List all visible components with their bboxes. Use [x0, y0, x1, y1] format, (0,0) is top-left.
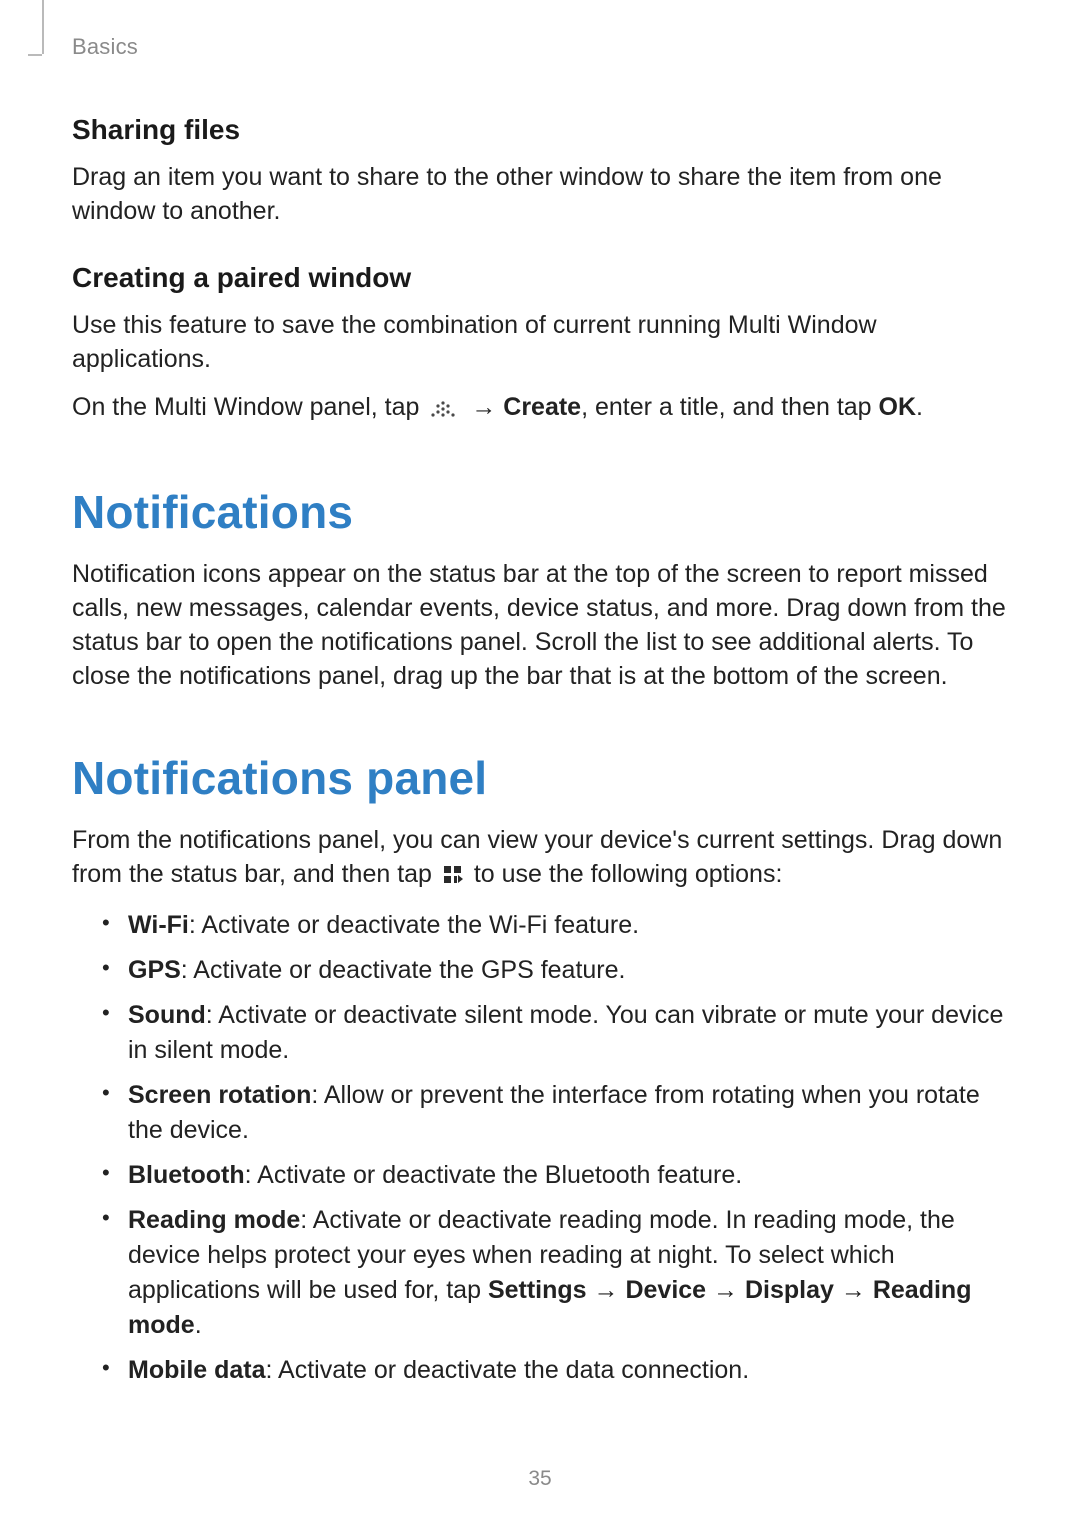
step-text-suffix: .: [916, 393, 923, 421]
option-desc-suffix: .: [195, 1311, 202, 1339]
options-list: Wi-Fi: Activate or deactivate the Wi-Fi …: [72, 908, 1010, 1388]
arrow-icon: →: [713, 1276, 738, 1304]
create-label: Create: [503, 393, 581, 421]
option-label: Bluetooth: [128, 1161, 245, 1189]
list-item: Bluetooth: Activate or deactivate the Bl…: [102, 1158, 1010, 1193]
path-display: Display: [745, 1276, 834, 1304]
breadcrumb: Basics: [72, 34, 138, 59]
path-device: Device: [625, 1276, 706, 1304]
ok-label: OK: [879, 393, 917, 421]
option-desc: : Activate or deactivate the GPS feature…: [181, 956, 626, 984]
option-label: Mobile data: [128, 1356, 266, 1384]
section-title-notifications-panel: Notifications panel: [72, 751, 1010, 805]
multiwindow-panel-icon: [430, 393, 460, 427]
option-desc: : Activate or deactivate silent mode. Yo…: [128, 1001, 1003, 1064]
option-label: Wi-Fi: [128, 911, 189, 939]
arrow-icon: →: [471, 393, 496, 421]
document-page: Basics Sharing files Drag an item you wa…: [0, 0, 1080, 1388]
paragraph-paired-window-1: Use this feature to save the combination…: [72, 308, 1010, 376]
subheading-paired-window: Creating a paired window: [72, 262, 1010, 294]
quick-settings-grid-icon: [443, 860, 463, 894]
list-item: Reading mode: Activate or deactivate rea…: [102, 1203, 1010, 1343]
list-item: Sound: Activate or deactivate silent mod…: [102, 998, 1010, 1068]
list-item: Mobile data: Activate or deactivate the …: [102, 1353, 1010, 1388]
paragraph-sharing-files: Drag an item you want to share to the ot…: [72, 160, 1010, 228]
option-desc: : Activate or deactivate the Bluetooth f…: [245, 1161, 743, 1189]
option-label: Screen rotation: [128, 1081, 311, 1109]
page-number: 35: [0, 1467, 1080, 1491]
list-item: Screen rotation: Allow or prevent the in…: [102, 1078, 1010, 1148]
arrow-icon: →: [841, 1276, 866, 1304]
list-item: GPS: Activate or deactivate the GPS feat…: [102, 953, 1010, 988]
option-desc: : Activate or deactivate the data connec…: [266, 1356, 750, 1384]
header-divider-horizontal: [28, 54, 42, 56]
paragraph-notifications: Notification icons appear on the status …: [72, 557, 1010, 693]
option-desc: : Activate or deactivate the Wi-Fi featu…: [189, 911, 639, 939]
option-label: GPS: [128, 956, 181, 984]
arrow-icon: →: [594, 1276, 619, 1304]
list-item: Wi-Fi: Activate or deactivate the Wi-Fi …: [102, 908, 1010, 943]
page-header: Basics: [72, 34, 1010, 60]
panel-intro-suffix: to use the following options:: [467, 860, 782, 888]
paragraph-paired-window-step: On the Multi Window panel, tap → Create,…: [72, 390, 1010, 427]
step-text-prefix: On the Multi Window panel, tap: [72, 393, 426, 421]
option-label: Sound: [128, 1001, 206, 1029]
paragraph-panel-intro: From the notifications panel, you can vi…: [72, 823, 1010, 894]
section-title-notifications: Notifications: [72, 485, 1010, 539]
path-settings: Settings: [488, 1276, 587, 1304]
step-text-mid: , enter a title, and then tap: [581, 393, 878, 421]
subheading-sharing-files: Sharing files: [72, 114, 1010, 146]
option-label: Reading mode: [128, 1206, 300, 1234]
header-divider-vertical: [42, 0, 44, 54]
